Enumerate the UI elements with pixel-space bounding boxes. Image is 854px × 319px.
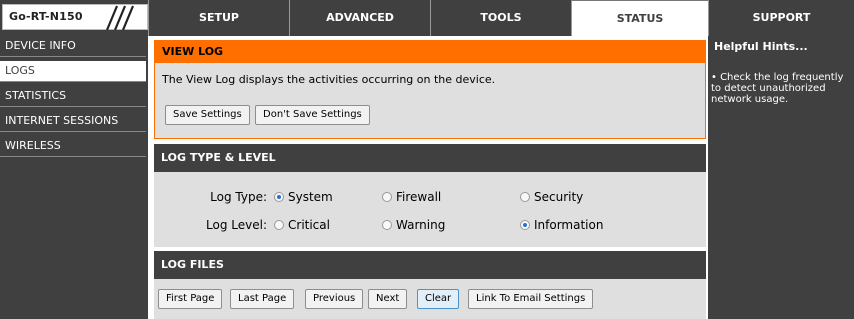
- radio-label: System: [288, 190, 333, 204]
- next-button[interactable]: Next: [368, 289, 408, 309]
- sidebar-item-internet-sessions[interactable]: INTERNET SESSIONS: [0, 111, 146, 132]
- sidebar-item-logs[interactable]: LOGS: [0, 61, 146, 82]
- tab-support[interactable]: SUPPORT: [708, 0, 854, 36]
- radio-label: Critical: [288, 218, 330, 232]
- sidebar-item-device-info[interactable]: DEVICE INFO: [0, 36, 146, 57]
- log-type-label: Log Type:: [210, 190, 267, 204]
- logo-slashes-icon: [105, 5, 135, 31]
- last-page-button[interactable]: Last Page: [230, 289, 295, 309]
- sidebar-item-statistics[interactable]: STATISTICS: [0, 86, 146, 107]
- radio-label: Information: [534, 218, 604, 232]
- view-log-title: VIEW LOG: [155, 41, 705, 63]
- radio-unselected-icon: [274, 220, 284, 230]
- radio-label: Security: [534, 190, 584, 204]
- log-level-warning-radio[interactable]: Warning: [382, 218, 445, 232]
- tab-status[interactable]: STATUS: [571, 0, 708, 36]
- tab-advanced[interactable]: ADVANCED: [289, 0, 430, 36]
- log-type-firewall-radio[interactable]: Firewall: [382, 190, 441, 204]
- log-type-system-radio[interactable]: System: [274, 190, 333, 204]
- tab-tools[interactable]: TOOLS: [430, 0, 571, 36]
- clear-button[interactable]: Clear: [417, 289, 460, 309]
- log-level-label: Log Level:: [206, 218, 267, 232]
- log-level-information-radio[interactable]: Information: [520, 218, 603, 232]
- top-navigation-bar: Go-RT-N150 SETUP ADVANCED TOOLS STATUS S…: [0, 0, 854, 36]
- save-settings-button[interactable]: Save Settings: [165, 105, 250, 125]
- log-type-level-title: LOG TYPE & LEVEL: [154, 144, 706, 172]
- radio-unselected-icon: [382, 192, 392, 202]
- logo-text: Go-RT-N150: [9, 10, 83, 23]
- tab-setup[interactable]: SETUP: [148, 0, 289, 36]
- log-type-security-radio[interactable]: Security: [520, 190, 583, 204]
- radio-label: Warning: [396, 218, 446, 232]
- brand-logo-area: Go-RT-N150: [0, 0, 148, 36]
- dont-save-settings-button[interactable]: Don't Save Settings: [255, 105, 370, 125]
- sidebar-item-wireless[interactable]: WIRELESS: [0, 136, 146, 157]
- view-log-description: The View Log displays the activities occ…: [162, 73, 496, 86]
- radio-selected-icon: [274, 192, 284, 202]
- helpful-hints-title: Helpful Hints...: [714, 40, 808, 53]
- brand-logo: Go-RT-N150: [2, 4, 148, 31]
- log-type-level-section: LOG TYPE & LEVEL Log Type: System Firewa…: [154, 144, 706, 247]
- log-files-section: LOG FILES First Page Last Page Previous …: [154, 251, 706, 319]
- helpful-hints-panel: Helpful Hints... • Check the log frequen…: [708, 36, 854, 319]
- main-content: VIEW LOG The View Log displays the activ…: [148, 36, 708, 319]
- log-files-title: LOG FILES: [154, 251, 706, 279]
- sidebar: DEVICE INFO LOGS STATISTICS INTERNET SES…: [0, 36, 148, 319]
- log-level-critical-radio[interactable]: Critical: [274, 218, 330, 232]
- radio-label: Firewall: [396, 190, 442, 204]
- previous-button[interactable]: Previous: [305, 289, 364, 309]
- radio-selected-icon: [520, 220, 530, 230]
- first-page-button[interactable]: First Page: [158, 289, 223, 309]
- radio-unselected-icon: [520, 192, 530, 202]
- view-log-section: VIEW LOG The View Log displays the activ…: [154, 40, 706, 139]
- radio-unselected-icon: [382, 220, 392, 230]
- helpful-hints-text: • Check the log frequently to detect una…: [711, 72, 844, 105]
- link-to-email-settings-button[interactable]: Link To Email Settings: [468, 289, 594, 309]
